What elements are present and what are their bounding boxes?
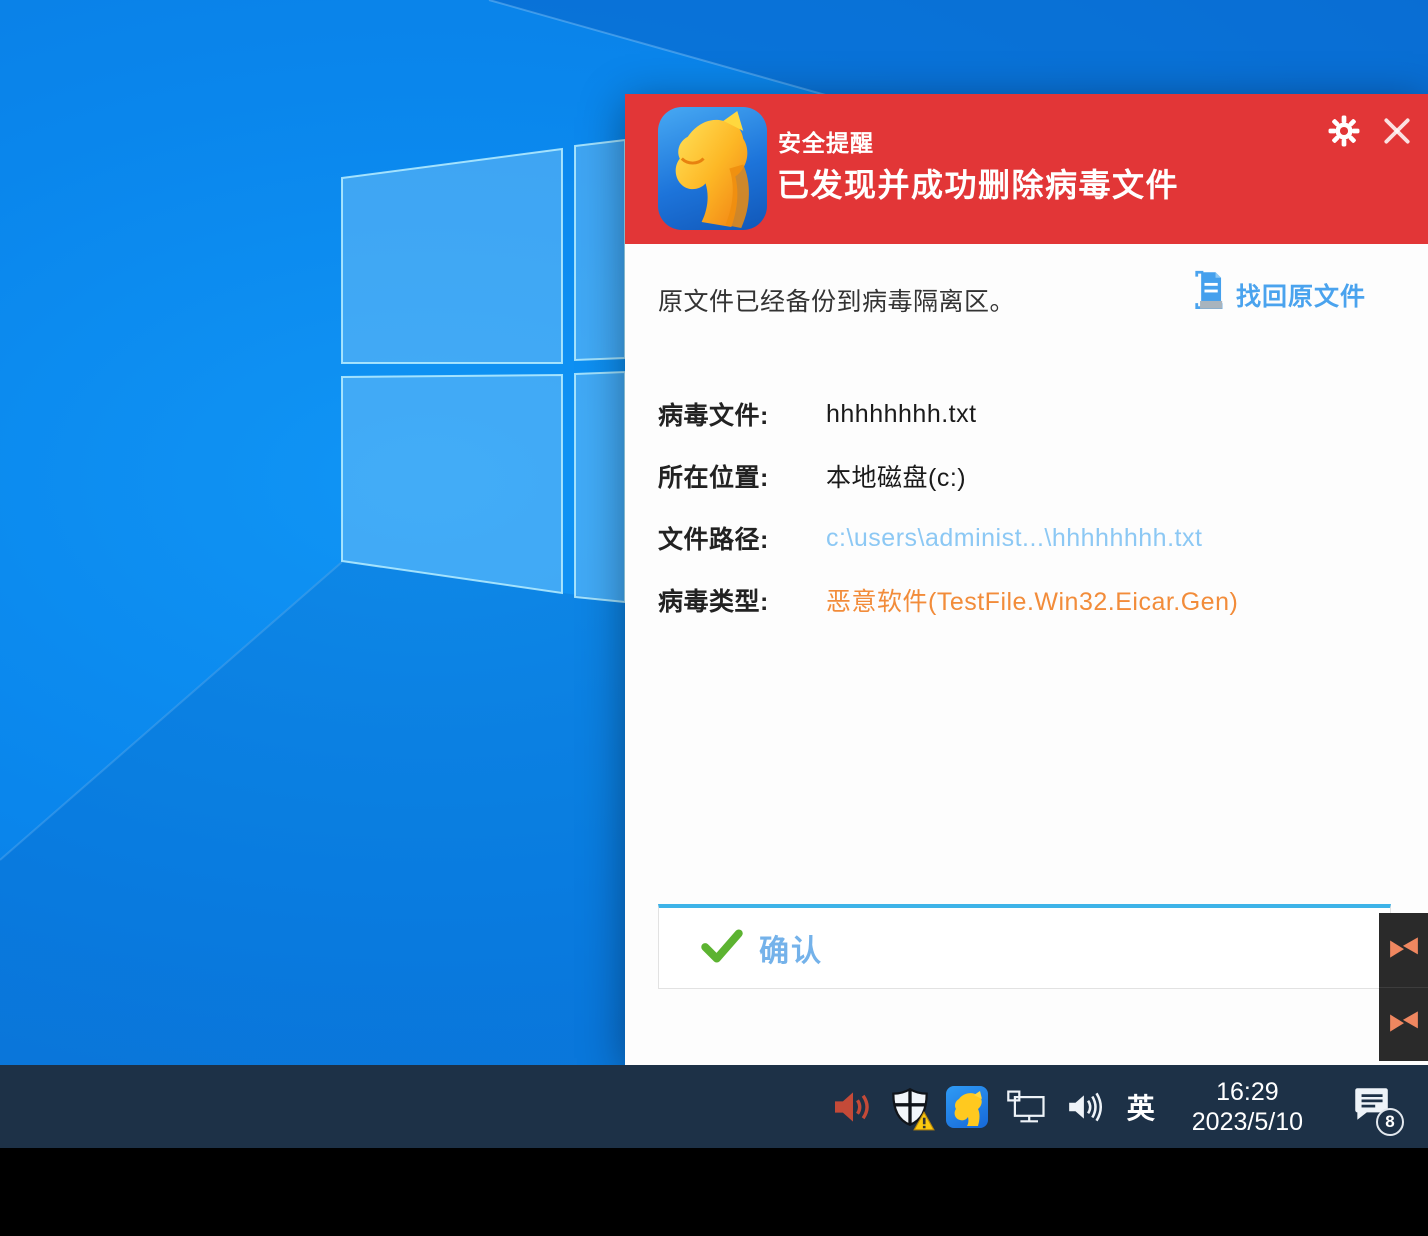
bigant-icon (1388, 1006, 1420, 1043)
dialog-title: 已发现并成功删除病毒文件 (777, 160, 1179, 206)
confirm-button-label: 确认 (759, 926, 823, 970)
detail-row: 所在位置: 本地磁盘(c:) (658, 445, 1398, 507)
warning-triangle-icon (913, 1111, 935, 1131)
audio-alert-icon[interactable] (832, 1089, 874, 1125)
duba-leopard-icon (658, 107, 767, 230)
security-alert-dialog: 安全提醒 已发现并成功删除病毒文件 (625, 94, 1428, 1065)
detail-label: 病毒文件: (658, 396, 826, 432)
messenger-shortcut-button[interactable] (1379, 987, 1428, 1061)
notification-count-badge: 8 (1376, 1108, 1404, 1136)
detail-value-file-path: c:\users\administ...\hhhhhhhh.txt (826, 524, 1202, 553)
messenger-shortcut-button[interactable] (1379, 913, 1428, 987)
virus-details: 病毒文件: hhhhhhhh.txt 所在位置: 本地磁盘(c:) 文件路径: … (658, 383, 1398, 631)
restore-link-label: 找回原文件 (1236, 277, 1366, 313)
detail-value-virus-type: 恶意软件(TestFile.Win32.Eicar.Gen) (826, 582, 1238, 618)
network-icon[interactable] (1005, 1088, 1049, 1126)
confirm-button[interactable]: 确认 (658, 904, 1391, 989)
restore-file-link[interactable]: 找回原文件 (1191, 270, 1366, 319)
detail-value: hhhhhhhh.txt (826, 400, 977, 429)
settings-gear-icon[interactable] (1328, 115, 1360, 147)
screen: 安全提醒 已发现并成功删除病毒文件 (0, 0, 1428, 1236)
taskbar-clock[interactable]: 16:29 2023/5/10 (1192, 1077, 1303, 1137)
backup-notice-text: 原文件已经备份到病毒隔离区。 (658, 282, 1015, 318)
defender-shield-warning-icon[interactable] (891, 1087, 929, 1127)
detail-label: 病毒类型: (658, 582, 826, 618)
side-shortcut-stack (1379, 913, 1428, 1061)
duba-tray-icon[interactable] (946, 1086, 988, 1128)
volume-icon[interactable] (1066, 1089, 1106, 1125)
detail-label: 文件路径: (658, 520, 826, 556)
restore-document-icon (1191, 270, 1229, 319)
dialog-header: 安全提醒 已发现并成功删除病毒文件 (625, 94, 1428, 244)
close-icon[interactable] (1381, 115, 1413, 147)
system-tray: 英 16:29 2023/5/10 8 (832, 1065, 1392, 1148)
detail-label: 所在位置: (658, 458, 826, 494)
detail-row: 病毒文件: hhhhhhhh.txt (658, 383, 1398, 445)
clock-time: 16:29 (1216, 1077, 1279, 1107)
detail-value: 本地磁盘(c:) (826, 458, 966, 494)
dialog-app-label: 安全提醒 (778, 124, 874, 158)
input-language-indicator[interactable]: 英 (1123, 1087, 1159, 1127)
check-icon (701, 928, 743, 969)
bigant-icon (1388, 932, 1420, 969)
detail-row: 病毒类型: 恶意软件(TestFile.Win32.Eicar.Gen) (658, 569, 1398, 631)
clock-date: 2023/5/10 (1192, 1107, 1303, 1137)
detail-row: 文件路径: c:\users\administ...\hhhhhhhh.txt (658, 507, 1398, 569)
notification-center-button[interactable]: 8 (1350, 1085, 1392, 1128)
taskbar: 英 16:29 2023/5/10 8 (0, 1065, 1428, 1148)
